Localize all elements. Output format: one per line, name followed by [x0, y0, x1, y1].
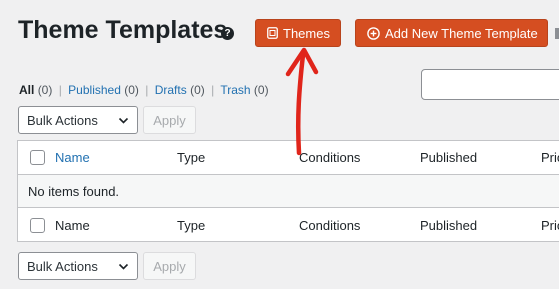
templates-table: Name Type Conditions Published Prio No i…: [17, 140, 559, 242]
bulk-actions-select-bottom[interactable]: Bulk Actions: [18, 252, 138, 280]
view-trash-count: (0): [253, 83, 269, 97]
page-title: Theme Templates: [18, 16, 228, 44]
column-name-footer[interactable]: Name: [55, 208, 90, 242]
separator: |: [145, 83, 149, 97]
separator: |: [58, 83, 62, 97]
select-all-checkbox[interactable]: [30, 141, 45, 174]
view-published-count: (0): [124, 83, 139, 97]
view-trash[interactable]: Trash: [220, 83, 250, 97]
table-row: No items found.: [18, 175, 559, 208]
search-input[interactable]: [421, 69, 559, 100]
apply-button-bottom[interactable]: Apply: [143, 252, 196, 280]
chevron-down-icon: [118, 263, 129, 270]
column-type-footer: Type: [177, 217, 206, 233]
view-all[interactable]: All: [19, 83, 34, 97]
table-footer-row: Name Type Conditions Published Prio: [18, 208, 559, 242]
view-drafts[interactable]: Drafts: [155, 83, 187, 97]
select-all-checkbox-footer[interactable]: [30, 208, 45, 242]
bulk-actions-value: Bulk Actions: [27, 112, 98, 128]
empty-message: No items found.: [28, 183, 120, 199]
view-drafts-count: (0): [190, 83, 205, 97]
view-filters: All (0) | Published (0) | Drafts (0) | T…: [19, 83, 269, 97]
import-button-edge[interactable]: [555, 28, 559, 39]
template-icon: [267, 27, 278, 39]
column-priority-footer: Prio: [541, 217, 559, 233]
column-conditions: Conditions: [299, 150, 361, 165]
view-all-count: (0): [37, 83, 53, 97]
themes-button[interactable]: Themes: [255, 19, 341, 47]
column-published: Published: [420, 150, 478, 165]
view-published[interactable]: Published: [68, 83, 121, 97]
bulk-actions-select-top[interactable]: Bulk Actions: [18, 106, 138, 134]
checkbox-box[interactable]: [30, 217, 45, 233]
table-header-row: Name Type Conditions Published Prio: [18, 141, 559, 175]
column-conditions-footer: Conditions: [299, 217, 361, 233]
apply-button-top[interactable]: Apply: [143, 106, 196, 134]
column-published-footer: Published: [420, 217, 478, 233]
column-name[interactable]: Name: [55, 141, 90, 174]
help-icon[interactable]: ?: [221, 27, 234, 40]
add-button-label: Add New Theme Template: [385, 25, 538, 41]
checkbox-box[interactable]: [30, 150, 45, 165]
chevron-down-icon: [118, 117, 129, 124]
column-type: Type: [177, 150, 206, 165]
column-priority: Prio: [541, 150, 559, 165]
plus-circle-icon: [367, 26, 380, 40]
add-new-theme-template-button[interactable]: Add New Theme Template: [355, 19, 548, 47]
themes-button-label: Themes: [283, 25, 330, 41]
bulk-actions-value: Bulk Actions: [27, 258, 98, 274]
separator: |: [211, 83, 215, 97]
